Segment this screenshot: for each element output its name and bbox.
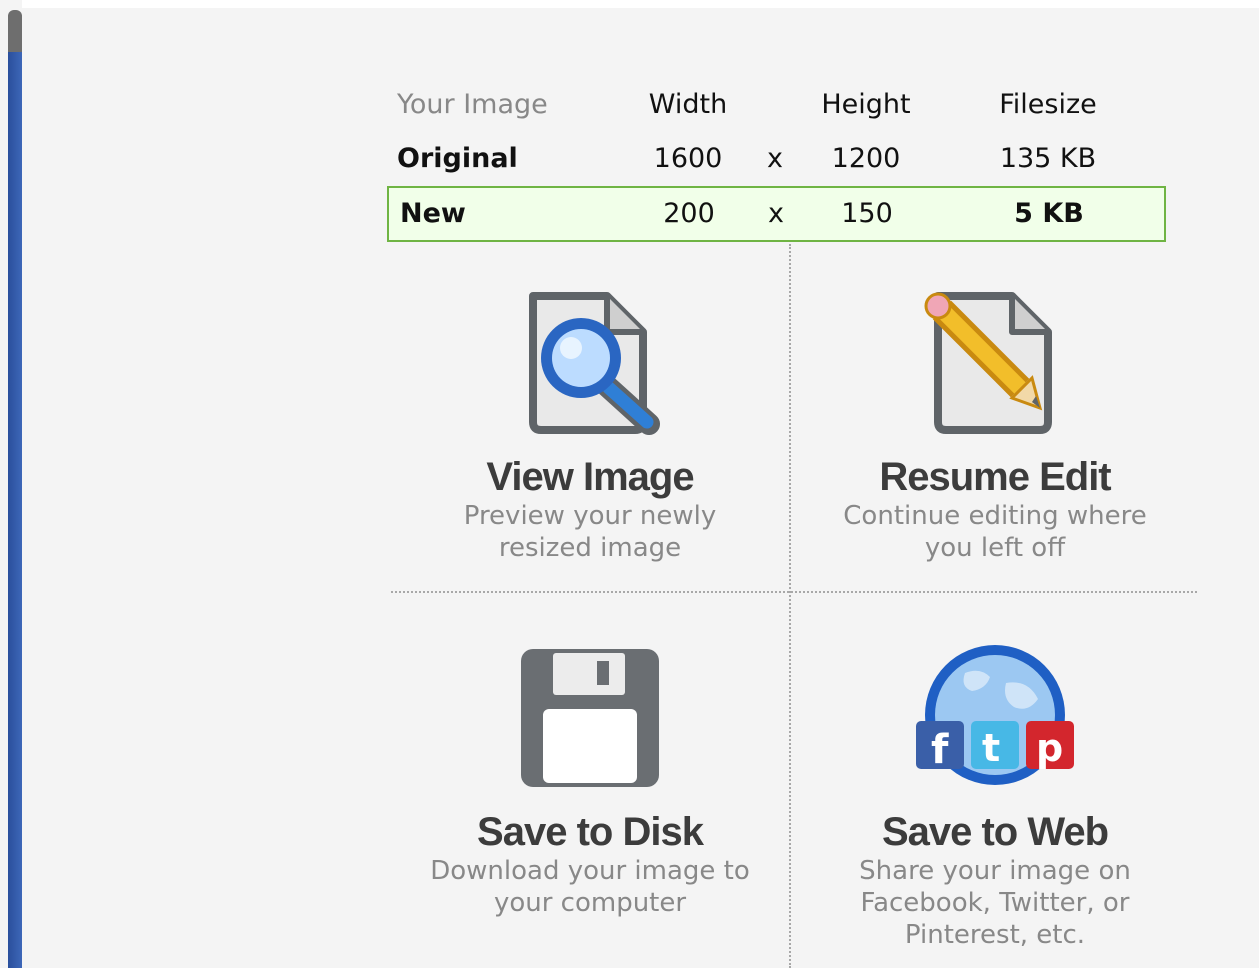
new-label: New	[400, 198, 466, 229]
floppy-disk-icon	[515, 643, 665, 793]
original-width: 1600	[653, 143, 723, 174]
size-comparison-table: Your Image Width Height Filesize Origina…	[387, 78, 1166, 242]
new-separator: x	[768, 198, 784, 229]
save-to-web-option[interactable]: f t p Save to Web Share your image on Fa…	[795, 643, 1195, 951]
scrollbar-track[interactable]	[8, 52, 22, 968]
table-header-row: Your Image Width Height Filesize	[388, 78, 1164, 132]
view-image-title: View Image	[486, 455, 694, 499]
view-image-description: Preview your newly resized image	[463, 501, 717, 563]
header-width: Width	[648, 89, 728, 120]
resume-edit-title: Resume Edit	[879, 455, 1111, 499]
table-row-new: New 200 x 150 5 KB	[387, 186, 1166, 242]
header-filesize: Filesize	[999, 89, 1097, 120]
pencil-document-icon	[920, 288, 1070, 438]
new-width: 200	[663, 198, 715, 229]
save-to-web-description: Share your image on Facebook, Twitter, o…	[859, 856, 1131, 950]
globe-social-icon: f t p	[916, 643, 1074, 793]
original-filesize: 135 KB	[999, 143, 1097, 174]
save-to-web-title: Save to Web	[881, 810, 1109, 854]
view-image-option[interactable]: View Image Preview your newly resized im…	[390, 288, 790, 564]
left-scrollbar[interactable]	[0, 0, 22, 968]
save-to-disk-title: Save to Disk	[477, 810, 704, 854]
original-height: 1200	[831, 143, 901, 174]
magnifier-document-icon	[515, 288, 665, 438]
header-your-image: Your Image	[397, 89, 548, 120]
original-label: Original	[397, 143, 518, 174]
top-strip	[0, 0, 1259, 8]
svg-text:f: f	[931, 727, 949, 773]
horizontal-divider	[391, 591, 1197, 593]
scrollbar-thumb[interactable]	[8, 10, 22, 54]
table-row-original: Original 1600 x 1200 135 KB	[388, 132, 1164, 186]
svg-text:t: t	[982, 726, 1000, 770]
new-height: 150	[841, 198, 893, 229]
header-height: Height	[821, 89, 911, 120]
resume-edit-description: Continue editing where you left off	[843, 501, 1147, 563]
svg-text:p: p	[1036, 726, 1063, 770]
resume-edit-option[interactable]: Resume Edit Continue editing where you l…	[795, 288, 1195, 564]
original-separator: x	[767, 143, 783, 174]
save-to-disk-option[interactable]: Save to Disk Download your image to your…	[390, 643, 790, 919]
new-filesize: 5 KB	[1014, 198, 1084, 229]
save-to-disk-description: Download your image to your computer	[430, 856, 750, 918]
